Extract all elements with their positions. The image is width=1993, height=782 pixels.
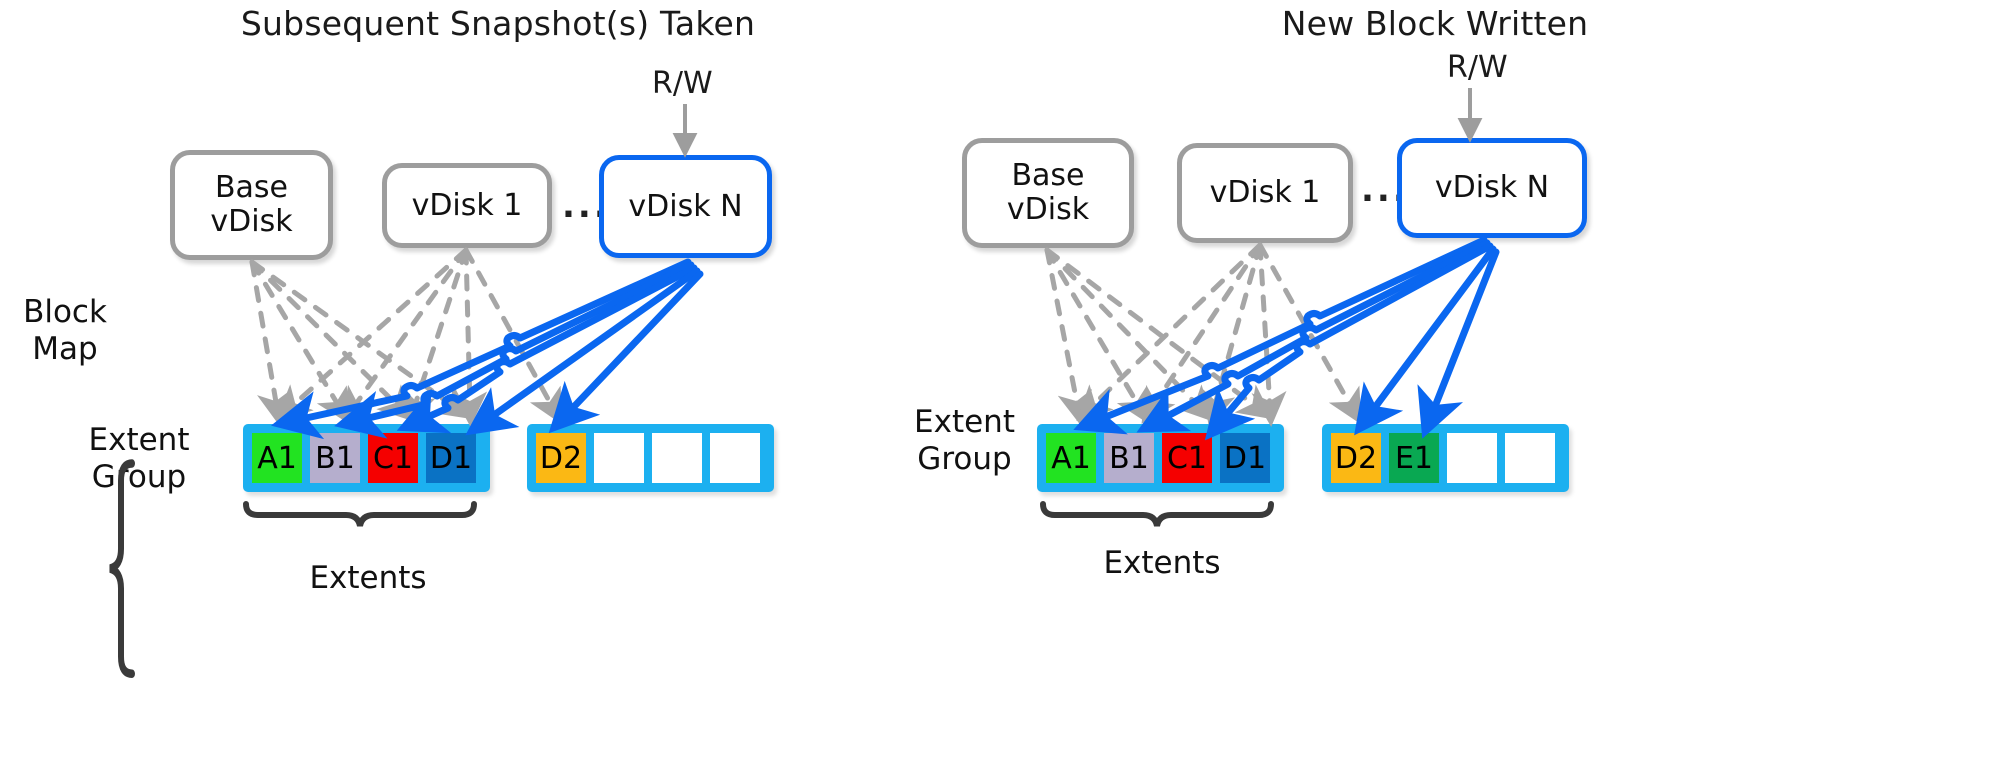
extent-cell-d1-right[interactable]: D1 [1216, 429, 1274, 487]
vdisk-box-base-right[interactable]: Base vDisk [962, 138, 1134, 248]
extent-cell-a1-right[interactable]: A1 [1042, 429, 1100, 487]
extent-cell-empty-1-left[interactable] [590, 429, 648, 487]
extent-cell-c1-right[interactable]: C1 [1158, 429, 1216, 487]
vdisk-box-1-left[interactable]: vDisk 1 [382, 163, 552, 248]
extent-cell-d1-left[interactable]: D1 [422, 429, 480, 487]
diagram-canvas: Subsequent Snapshot(s) Taken R/W Base vD… [0, 0, 1993, 782]
vdisk-label-base-left: Base vDisk [210, 170, 293, 239]
extent-cell-b1-left[interactable]: B1 [306, 429, 364, 487]
vdisk-label-n-right: vDisk N [1434, 170, 1550, 206]
extents-label-left: Extents [309, 560, 427, 596]
vdisk-box-1-right[interactable]: vDisk 1 [1177, 143, 1353, 243]
extent-cell-d2-left[interactable]: D2 [532, 429, 590, 487]
extent-cell-empty-3-left[interactable] [706, 429, 764, 487]
panel-title-right: New Block Written [1281, 4, 1589, 43]
extent-group-label-left: Extent Group [88, 422, 190, 495]
vdisk-box-n-left[interactable]: vDisk N [599, 155, 772, 258]
extent-group-2-left[interactable]: D2 [527, 424, 774, 492]
vdisk-label-n-left: vDisk N [628, 188, 743, 224]
vdisk-box-n-right[interactable]: vDisk N [1397, 138, 1587, 238]
extents-label-right: Extents [1103, 545, 1221, 581]
panel-title-left: Subsequent Snapshot(s) Taken [240, 4, 756, 43]
extent-group-2-right[interactable]: D2 E1 [1322, 424, 1569, 492]
extent-cell-empty-1-right[interactable] [1443, 429, 1501, 487]
extent-cell-empty-2-left[interactable] [648, 429, 706, 487]
extent-cell-empty-2-right[interactable] [1501, 429, 1559, 487]
extent-cell-e1-right[interactable]: E1 [1385, 429, 1443, 487]
panel-new-block-written: New Block Written R/W Base vDisk vDisk 1… [914, 0, 1993, 782]
vdisk-box-base-left[interactable]: Base vDisk [170, 150, 333, 260]
rw-label-left: R/W [652, 66, 713, 101]
extent-group-1-right[interactable]: A1 B1 C1 D1 [1037, 424, 1284, 492]
vdisk-label-1-left: vDisk 1 [411, 187, 523, 223]
vdisk-label-1-right: vDisk 1 [1209, 175, 1321, 211]
panel-subsequent-snapshots: Subsequent Snapshot(s) Taken R/W Base vD… [0, 0, 996, 782]
extent-group-label-right: Extent Group [914, 404, 1015, 477]
vdisk-label-base-right: Base vDisk [1006, 158, 1090, 227]
block-map-label: Block Map [23, 294, 107, 367]
extent-cell-b1-right[interactable]: B1 [1100, 429, 1158, 487]
extent-cell-c1-left[interactable]: C1 [364, 429, 422, 487]
extent-cell-a1-left[interactable]: A1 [248, 429, 306, 487]
extent-cell-d2-right[interactable]: D2 [1327, 429, 1385, 487]
extent-group-1-left[interactable]: A1 B1 C1 D1 [243, 424, 490, 492]
rw-label-right: R/W [1447, 50, 1508, 85]
